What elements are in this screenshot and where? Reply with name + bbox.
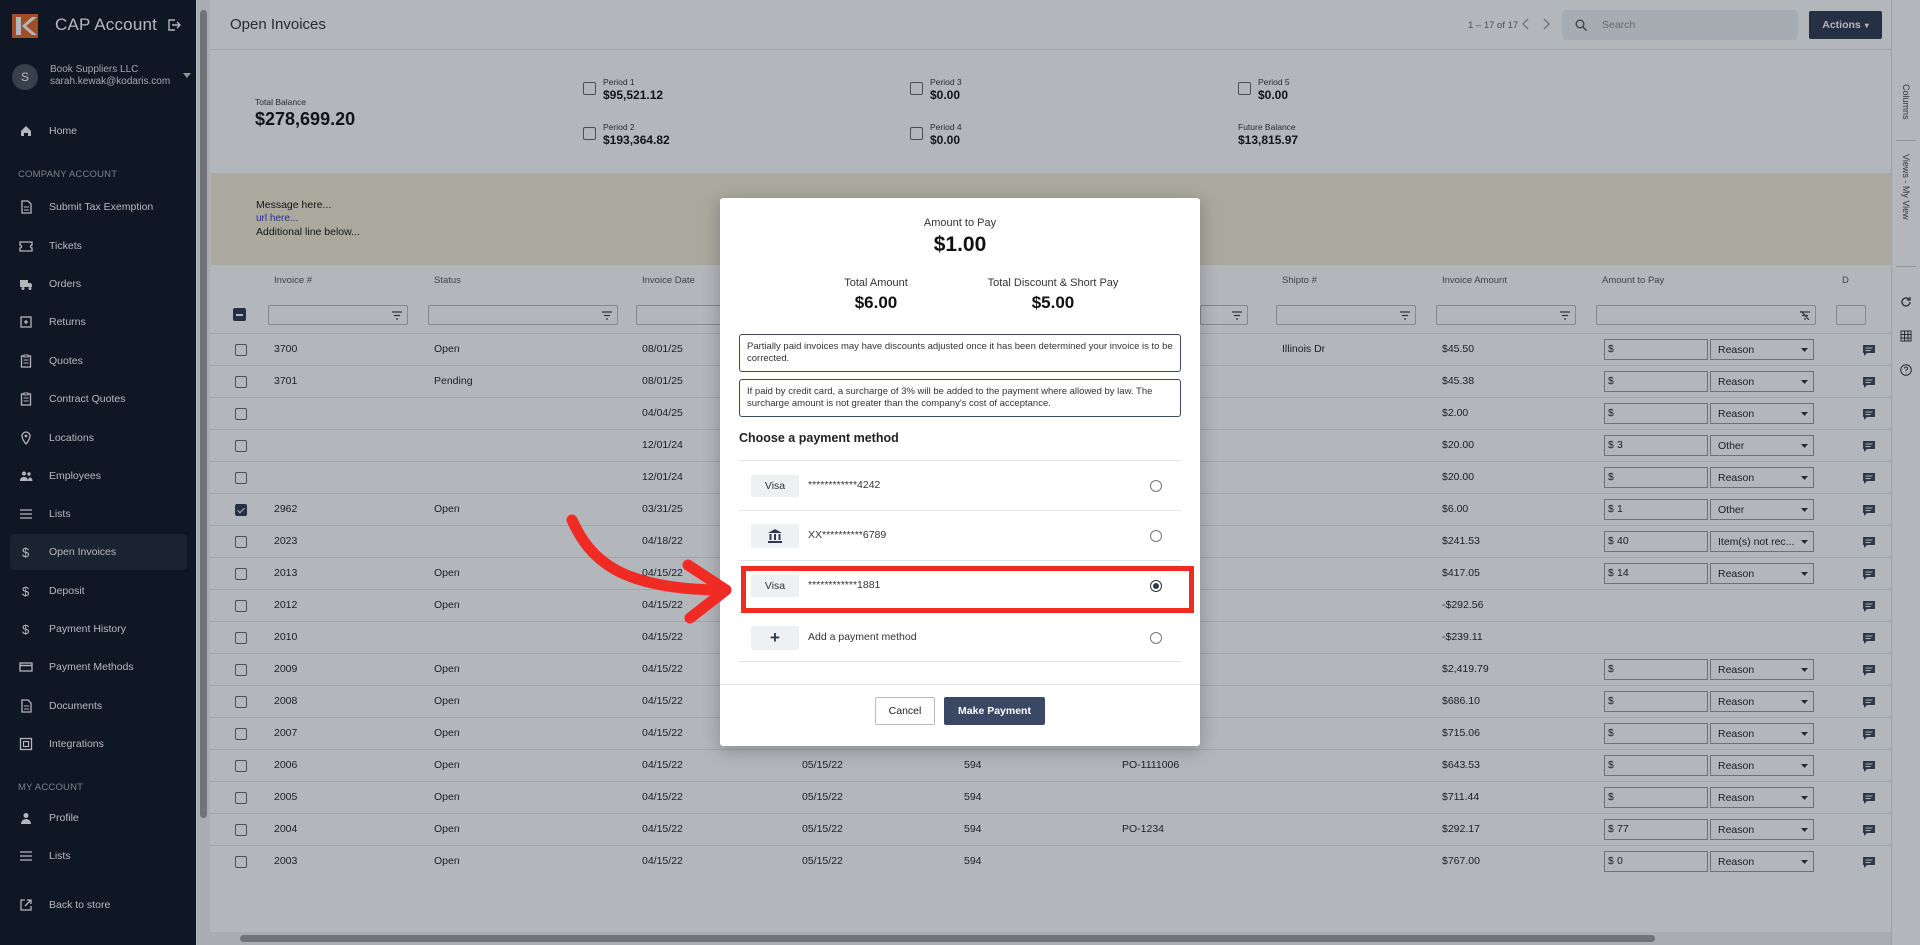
add-payment-method[interactable]: + Add a payment method xyxy=(739,612,1181,662)
payment-method-radio-selected[interactable] xyxy=(1150,580,1162,592)
amount-to-pay-value: $1.00 xyxy=(933,233,987,256)
plus-icon: + xyxy=(751,626,799,650)
visa-badge: Visa xyxy=(751,575,799,597)
payment-modal: Amount to Pay $1.00 Total Amount $6.00 T… xyxy=(720,198,1200,746)
divider xyxy=(720,684,1200,685)
make-payment-button[interactable]: Make Payment xyxy=(944,697,1045,725)
total-amount-value: $6.00 xyxy=(854,293,898,312)
payment-method-number: XX**********6789 xyxy=(808,529,887,541)
payment-method-number: ************4242 xyxy=(808,479,881,491)
payment-method-radio[interactable] xyxy=(1150,632,1162,644)
visa-badge: Visa xyxy=(751,475,799,497)
surcharge-note: If paid by credit card, a surcharge of 3… xyxy=(739,379,1181,417)
payment-method-number: ************1881 xyxy=(808,579,881,591)
bank-icon xyxy=(751,524,799,548)
payment-method-radio[interactable] xyxy=(1150,480,1162,492)
amount-to-pay-label: Amount to Pay xyxy=(923,217,997,229)
payment-method-visa-1881[interactable]: Visa ************1881 xyxy=(739,560,1181,610)
choose-payment-method-heading: Choose a payment method xyxy=(739,431,899,445)
total-amount-label: Total Amount xyxy=(844,277,908,289)
cancel-button[interactable]: Cancel xyxy=(875,697,935,725)
add-payment-method-label: Add a payment method xyxy=(808,631,917,643)
partial-payment-note: Partially paid invoices may have discoun… xyxy=(739,334,1181,372)
total-discount-value: $5.00 xyxy=(1031,293,1075,312)
payment-method-visa-4242[interactable]: Visa ************4242 xyxy=(739,460,1181,510)
payment-method-radio[interactable] xyxy=(1150,530,1162,542)
total-discount-label: Total Discount & Short Pay xyxy=(987,277,1119,289)
payment-method-bank-6789[interactable]: XX**********6789 xyxy=(739,510,1181,560)
